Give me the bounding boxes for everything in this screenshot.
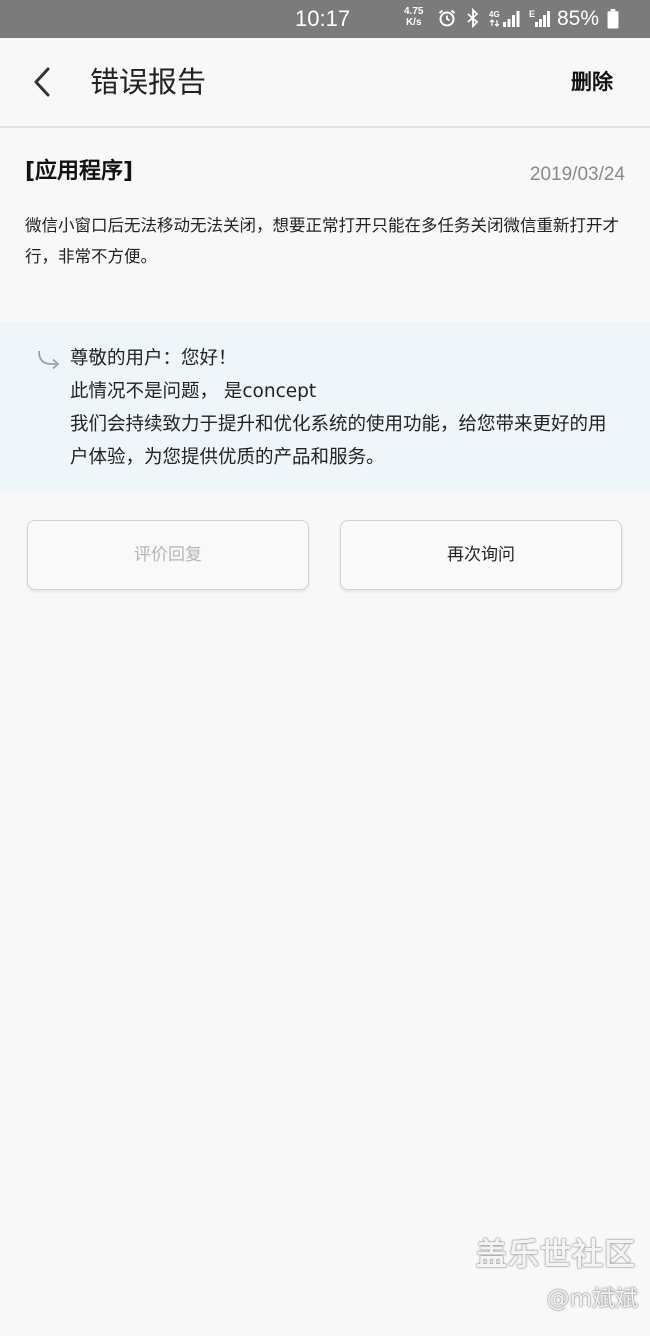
net-speed-value: 4.75 bbox=[404, 6, 424, 17]
chevron-left-icon bbox=[34, 67, 50, 97]
signal-4g-icon: 4G bbox=[489, 10, 520, 27]
signal-e-icon: E bbox=[529, 9, 550, 27]
rate-reply-button[interactable]: 评价回复 bbox=[27, 520, 309, 590]
net-speed: 4.75 K/s bbox=[404, 6, 423, 28]
report-category: [应用程序] bbox=[25, 159, 134, 184]
delete-button[interactable]: 删除 bbox=[571, 66, 613, 98]
reply-line-1: 此情况不是问题， 是concept bbox=[70, 381, 317, 402]
watermark-user: @m斌斌 bbox=[546, 1286, 638, 1312]
svg-text:E: E bbox=[529, 9, 535, 19]
reply-arrow-icon bbox=[38, 350, 59, 370]
watermark-logo: 盖乐世社区 bbox=[476, 1237, 636, 1273]
alarm-icon bbox=[438, 9, 456, 27]
page-title: 错误报告 bbox=[90, 65, 207, 99]
reply-text: 尊敬的用户：您好！ 此情况不是问题， 是concept 我们会持续致力于提升和优… bbox=[70, 342, 615, 474]
reply-greeting: 尊敬的用户：您好！ bbox=[70, 348, 237, 369]
status-time: 10:17 bbox=[295, 6, 351, 31]
reply-box: 尊敬的用户：您好！ 此情况不是问题， 是concept 我们会持续致力于提升和优… bbox=[0, 322, 650, 492]
status-bar: 10:17 4.75 K/s 4G E 85% bbox=[0, 0, 650, 38]
battery-percent: 85% bbox=[557, 7, 600, 30]
battery-icon bbox=[607, 9, 619, 29]
report-description: 微信小窗口后无法移动无法关闭，想要正常打开只能在多任务关闭微信重新打开才行，非常… bbox=[25, 216, 619, 266]
header-bar: 错误报告 删除 bbox=[0, 38, 650, 128]
net-speed-unit: K/s bbox=[405, 17, 422, 28]
report-date: 2019/03/24 bbox=[529, 164, 625, 185]
reply-line-2: 我们会持续致力于提升和优化系统的使用功能，给您带来更好的用户体验，为您提供优质的… bbox=[70, 414, 607, 468]
bluetooth-icon bbox=[467, 8, 479, 28]
back-button[interactable] bbox=[26, 62, 62, 102]
network-type-label: 4G bbox=[489, 10, 500, 19]
ask-again-button[interactable]: 再次询问 bbox=[340, 520, 622, 590]
